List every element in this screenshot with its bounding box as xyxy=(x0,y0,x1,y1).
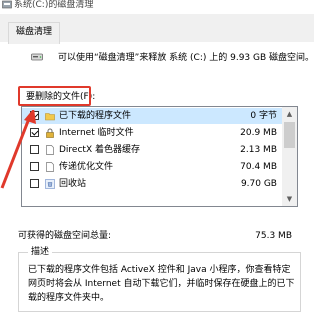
free-space-description: 可以使用“磁盘清理”来释放 系统 (C:) 上的 9.93 GB 磁盘空间。 xyxy=(58,53,315,63)
lock-icon xyxy=(46,128,54,138)
scroll-down-icon[interactable]: ▼ xyxy=(282,192,297,206)
disk-cleanup-icon xyxy=(2,0,12,9)
item-size: 2.13 MB xyxy=(240,145,277,155)
document-icon xyxy=(46,162,54,172)
list-scrollbar[interactable]: ▲ ▼ xyxy=(282,107,297,206)
folder-icon xyxy=(45,113,55,121)
item-label: 回收站 xyxy=(59,179,87,189)
description-label: 描述 xyxy=(28,246,53,258)
title-bar: 系统(C:)的磁盘清理 xyxy=(0,0,314,14)
item-size: 9.70 GB xyxy=(240,179,277,189)
recycle-bin-icon xyxy=(45,179,55,189)
files-list[interactable]: 已下载的程序文件 0 字节 Internet 临时文件 20.9 MB Dire… xyxy=(21,106,298,207)
item-label: 传递优化文件 xyxy=(59,162,114,172)
window-title: 系统(C:)的磁盘清理 xyxy=(14,0,94,10)
total-space-value: 75.3 MB xyxy=(255,231,292,241)
item-size: 70.4 MB xyxy=(240,162,277,172)
list-item[interactable]: 已下载的程序文件 0 字节 xyxy=(22,108,283,124)
total-space-label: 可获得的磁盘空间总量: xyxy=(18,231,112,241)
list-item[interactable]: Internet 临时文件 20.9 MB xyxy=(22,125,283,141)
item-size: 20.9 MB xyxy=(240,128,277,138)
document-icon xyxy=(46,145,54,155)
item-label: 已下载的程序文件 xyxy=(59,111,132,121)
list-item[interactable]: DirectX 着色器缓存 2.13 MB xyxy=(22,142,283,158)
scroll-up-icon[interactable]: ▲ xyxy=(282,107,297,121)
scroll-thumb[interactable] xyxy=(284,122,295,148)
item-label: Internet 临时文件 xyxy=(59,128,134,138)
annotation-highlight-box xyxy=(18,86,91,106)
list-item[interactable]: 传递优化文件 70.4 MB xyxy=(22,159,283,175)
drive-icon xyxy=(31,53,43,61)
annotation-arrow xyxy=(0,110,36,189)
tab-disk-cleanup[interactable]: 磁盘清理 xyxy=(8,22,60,44)
list-item[interactable]: 回收站 9.70 GB xyxy=(22,176,283,192)
item-size: 0 字节 xyxy=(250,111,277,121)
description-text: 已下载的程序文件包括 ActiveX 控件和 Java 小程序，你查看特定网页时… xyxy=(28,265,295,303)
item-label: DirectX 着色器缓存 xyxy=(59,145,140,155)
